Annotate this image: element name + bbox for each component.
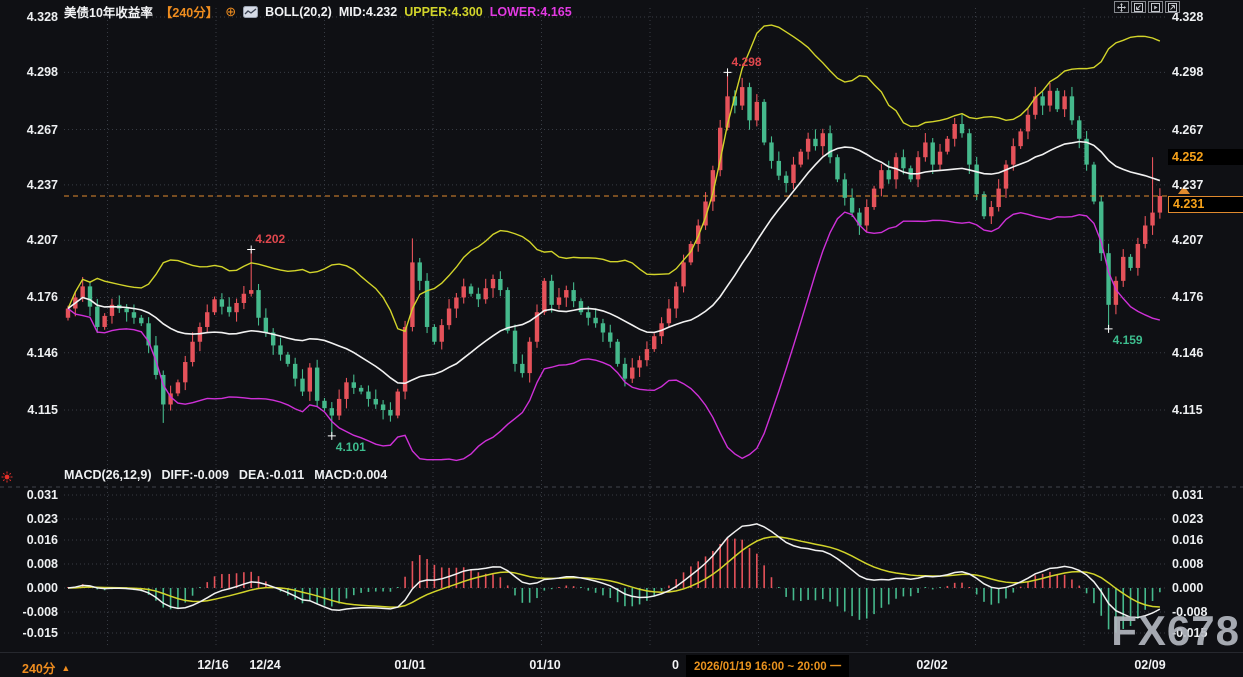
macd-axis-label: 0.031 xyxy=(1172,487,1242,503)
price-axis-label: 4.298 xyxy=(0,64,58,80)
macd-axis-label: 0.008 xyxy=(0,556,58,572)
extreme-price-label: 4.159 xyxy=(1113,333,1143,347)
instrument-title: 美债10年收益率 xyxy=(64,2,153,21)
macd-histogram xyxy=(68,538,1160,633)
pan-icon[interactable] xyxy=(1114,1,1129,13)
price-axis-label: 4.115 xyxy=(0,402,58,418)
date-axis-label: 02/09 xyxy=(1134,658,1165,672)
boll-mid-value: MID:4.232 xyxy=(339,5,397,19)
date-axis-label: 12/16 xyxy=(197,658,228,672)
price-axis-label: 4.328 xyxy=(0,9,58,25)
price-axis-label: 4.207 xyxy=(1172,232,1242,248)
macd-diff-line xyxy=(68,524,1160,618)
extreme-cross-icon xyxy=(1105,325,1113,333)
date-axis-label: 01/10 xyxy=(529,658,560,672)
date-axis-label: 02/02 xyxy=(916,658,947,672)
macd-diff-value: DIFF:-0.009 xyxy=(162,468,229,482)
fx678-watermark: FX678 xyxy=(1111,610,1240,652)
macd-axis-label: -0.008 xyxy=(0,604,58,620)
date-axis-label: 01/01 xyxy=(394,658,425,672)
macd-axis-label: 0.016 xyxy=(0,532,58,548)
add-indicator-icon[interactable]: ⊕ xyxy=(225,4,236,20)
macd-axis-label: 0.008 xyxy=(1172,556,1242,572)
extreme-cross-icon xyxy=(247,245,255,253)
boll-mid-line xyxy=(68,142,1160,384)
extreme-price-label: 4.298 xyxy=(732,55,762,69)
chart-canvas[interactable] xyxy=(0,0,1243,652)
chart-style-icon[interactable] xyxy=(243,6,258,18)
chevron-up-icon: ▲ xyxy=(61,663,70,673)
axis-prefix-value: 0 xyxy=(672,658,679,672)
date-axis-label: 12/24 xyxy=(249,658,280,672)
snapshot-icon[interactable] xyxy=(1131,1,1146,13)
macd-axis-label: 0.031 xyxy=(0,487,58,503)
live-dot-icon xyxy=(1,471,14,489)
boll-label: BOLL(20,2) xyxy=(265,5,332,19)
extreme-cross-icon xyxy=(328,432,336,440)
chart-toolbar xyxy=(1114,1,1180,13)
boll-lower-line xyxy=(68,212,1160,460)
export-icon[interactable] xyxy=(1165,1,1180,13)
price-axis-label: 4.176 xyxy=(1172,289,1242,305)
boll-upper-line xyxy=(68,25,1160,331)
price-axis-label: 4.298 xyxy=(1172,64,1242,80)
macd-axis-label: 0.000 xyxy=(1172,580,1242,596)
boll-lower-value: LOWER:4.165 xyxy=(490,5,572,19)
macd-axis-label: 0.000 xyxy=(0,580,58,596)
period-selector[interactable]: 240分 ▲ xyxy=(22,658,70,677)
selected-bar-time-range: 2026/01/19 16:00 ~ 20:00 一 xyxy=(686,655,849,677)
extreme-cross-icon xyxy=(724,68,732,76)
period-selector-label: 240分 xyxy=(22,658,55,677)
macd-name: MACD(26,12,9) xyxy=(64,468,152,482)
time-axis-bar: 240分 ▲ 12/1612/2401/0101/1002/0202/09 0 … xyxy=(0,652,1243,677)
macd-dea-value: DEA:-0.011 xyxy=(239,468,304,482)
macd-axis-label: 0.023 xyxy=(1172,511,1242,527)
macd-dea-line xyxy=(68,537,1160,607)
extreme-price-label: 4.202 xyxy=(255,232,285,246)
extreme-price-label: 4.101 xyxy=(336,440,366,454)
price-axis-label: 4.237 xyxy=(0,177,58,193)
chart-window: 美债10年收益率 【240分】 ⊕ BOLL(20,2) MID:4.232 U… xyxy=(0,0,1243,677)
price-axis-label: 4.176 xyxy=(0,289,58,305)
price-axis-label: 4.115 xyxy=(1172,402,1242,418)
ref-price-box: 4.252 xyxy=(1168,149,1243,165)
last-price-value: 4.231 xyxy=(1173,197,1204,211)
macd-axis-label: -0.015 xyxy=(0,625,58,641)
price-axis-label: 4.146 xyxy=(0,345,58,361)
candlestick-series xyxy=(66,72,1162,435)
price-axis-label: 4.146 xyxy=(1172,345,1242,361)
play-icon[interactable] xyxy=(1148,1,1163,13)
price-axis-label: 4.207 xyxy=(0,232,58,248)
ref-price-value: 4.252 xyxy=(1172,150,1203,164)
price-axis-label: 4.267 xyxy=(0,122,58,138)
boll-upper-value: UPPER:4.300 xyxy=(404,5,483,19)
price-axis-label: 4.237 xyxy=(1172,177,1242,193)
macd-header: MACD(26,12,9) DIFF:-0.009 DEA:-0.011 MAC… xyxy=(64,468,387,482)
macd-axis-label: 0.016 xyxy=(1172,532,1242,548)
price-axis-label: 4.328 xyxy=(1172,9,1242,25)
period-label: 【240分】 xyxy=(160,2,218,21)
macd-axis-label: 0.023 xyxy=(0,511,58,527)
last-price-box: 4.231 xyxy=(1168,196,1243,213)
macd-macd-value: MACD:0.004 xyxy=(314,468,387,482)
price-axis-label: 4.267 xyxy=(1172,122,1242,138)
chart-header: 美债10年收益率 【240分】 ⊕ BOLL(20,2) MID:4.232 U… xyxy=(64,2,572,21)
